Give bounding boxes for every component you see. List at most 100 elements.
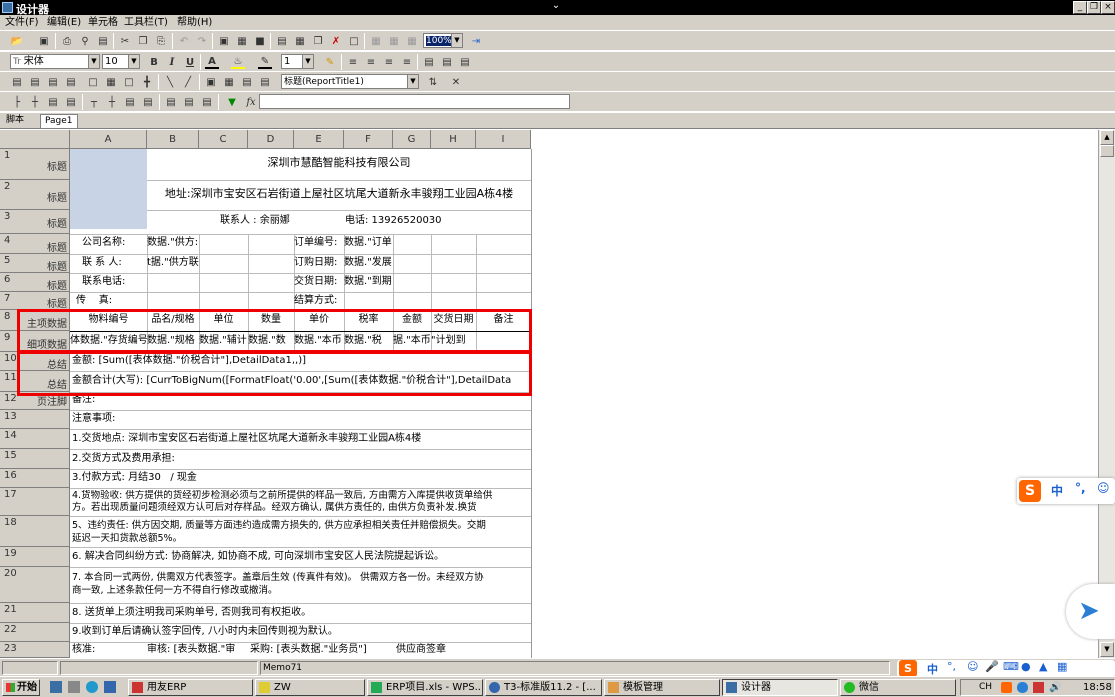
align-center-icon[interactable]: ≡ <box>364 55 378 69</box>
clock[interactable]: 18:58 <box>1083 682 1112 693</box>
merged-cell-logo[interactable] <box>70 149 147 229</box>
same-width-icon[interactable]: ▤ <box>164 95 178 109</box>
row-header-15[interactable]: 15 <box>0 449 70 469</box>
bold-button[interactable]: B <box>147 55 161 69</box>
term-cell[interactable]: 6. 解决合同纠纷方式: 协商解决, 如协商不成, 可向深圳市宝安区人民法院提起… <box>72 548 531 566</box>
order-date-cell[interactable]: 数据."发展 <box>344 254 393 272</box>
menu-cell[interactable]: 单元格 <box>88 16 118 29</box>
row-header-5[interactable]: 5 标题 <box>0 254 70 273</box>
insert-table-icon[interactable]: ▦ <box>293 34 307 48</box>
align-centers-icon[interactable]: ┼ <box>28 95 42 109</box>
column-header-i[interactable]: I <box>476 130 531 149</box>
underline-button[interactable]: U <box>183 55 197 69</box>
term-cell[interactable]: 4.货物验收: 供方提供的货经初步检测必须与之前所提供的样品一致后, 方由需方入… <box>72 490 531 514</box>
copy-icon[interactable]: ❐ <box>136 34 150 48</box>
grid-corner[interactable] <box>0 130 70 149</box>
delete-icon[interactable]: ✕ <box>449 75 463 89</box>
column-header-f[interactable]: F <box>344 130 393 149</box>
term-cell[interactable]: 9.收到订单后请确认签字回传, 八小时内未回传则视为默认。 <box>72 623 531 641</box>
send-back-icon[interactable]: ▦ <box>235 34 249 48</box>
page-setup-icon[interactable]: ▤ <box>96 34 110 48</box>
insert-page-icon[interactable]: ❐ <box>311 34 325 48</box>
exit-icon[interactable]: ⇥ <box>469 34 483 48</box>
save-icon[interactable]: ▣ <box>37 34 51 48</box>
minimize-button[interactable]: _ <box>1073 1 1087 14</box>
space-vert-icon[interactable]: ▤ <box>141 95 155 109</box>
row-header-2[interactable]: 2 标题 <box>0 180 70 210</box>
diagonal-down-icon[interactable]: ╲ <box>163 75 177 89</box>
company-name-cell[interactable]: 深圳市慧酷智能科技有限公司 <box>147 154 531 172</box>
chevron-down-icon[interactable]: ⌄ <box>540 0 572 15</box>
term-cell[interactable]: 2.交货方式及费用承担: <box>72 450 531 468</box>
emoji-icon[interactable]: ☺ <box>1097 481 1110 495</box>
row-header-6[interactable]: 6 标题 <box>0 273 70 292</box>
app-icon[interactable] <box>104 681 116 693</box>
preview-icon[interactable]: ⚲ <box>78 34 92 48</box>
taskbar-item-yonyou[interactable]: 用友ERP <box>128 679 253 696</box>
tray-icon[interactable] <box>1033 682 1044 693</box>
merge-icon[interactable]: ▣ <box>204 75 218 89</box>
no-border-icon[interactable]: □ <box>86 75 100 89</box>
font-select[interactable]: Tr 宋体 ▼ <box>10 54 100 69</box>
align-grid-icon[interactable]: ▦ <box>387 34 401 48</box>
row-header-19[interactable]: 19 <box>0 547 70 567</box>
ime-mode[interactable]: 中 <box>1051 482 1063 499</box>
align-middles-icon[interactable]: ┼ <box>105 95 119 109</box>
supplier-contact-cell[interactable]: t据."供方联 <box>147 254 199 272</box>
fit-grid-icon[interactable]: ▦ <box>405 34 419 48</box>
taskbar-item-t3[interactable]: T3-标准版11.2 - [... <box>485 679 602 696</box>
folder-icon[interactable] <box>68 681 80 693</box>
row-header-1[interactable]: 1 标题 <box>0 149 70 180</box>
company-label-cell[interactable]: 公司名称: <box>82 234 147 252</box>
term-cell[interactable]: 7. 本合同一式两份, 供需双方代表签字。盖章后生效 (传真件有效)。 供需双方… <box>72 571 531 597</box>
row-header-4[interactable]: 4 标题 <box>0 234 70 254</box>
menu-edit[interactable]: 编辑(E) <box>47 16 81 29</box>
scroll-down-icon[interactable]: ▼ <box>1100 642 1114 657</box>
line-color-icon[interactable]: ✎ <box>258 55 272 69</box>
supplier-cell[interactable]: 数据."供方: <box>147 234 199 252</box>
sort-icon[interactable]: ⇅ <box>426 75 440 89</box>
start-button[interactable]: 开始 <box>2 679 40 696</box>
mic-icon[interactable]: 🎤 <box>985 660 999 673</box>
punct-icon[interactable]: °, <box>1075 481 1086 495</box>
scroll-up-icon[interactable]: ▲ <box>1100 130 1114 145</box>
border-right-icon[interactable]: ▤ <box>64 75 78 89</box>
tools-icon[interactable]: ▦ <box>1057 660 1067 673</box>
diagonal-up-icon[interactable]: ╱ <box>181 75 195 89</box>
column-header-c[interactable]: C <box>199 130 248 149</box>
taskbar-item-wechat[interactable]: 微信 <box>840 679 956 696</box>
language-indicator[interactable]: CH <box>979 682 992 692</box>
row-header-14[interactable]: 14 <box>0 429 70 449</box>
column-header-d[interactable]: D <box>248 130 294 149</box>
insert-band-icon[interactable]: ▤ <box>275 34 289 48</box>
font-color-icon[interactable]: A <box>205 55 219 69</box>
align-left-icon[interactable]: ≡ <box>346 55 360 69</box>
bring-front-icon[interactable]: ▣ <box>217 34 231 48</box>
order-date-label-cell[interactable]: 订购日期: <box>294 254 344 272</box>
border-top-icon[interactable]: ▤ <box>10 75 24 89</box>
skin-icon[interactable]: ▲ <box>1039 660 1047 673</box>
scroll-thumb[interactable] <box>1100 145 1114 157</box>
format-icon[interactable]: ▤ <box>240 75 254 89</box>
redo-icon[interactable]: ↷ <box>195 34 209 48</box>
punct-icon[interactable]: °, <box>947 660 956 673</box>
phone-label-cell[interactable]: 联系电话: <box>82 273 147 291</box>
menu-help[interactable]: 帮助(H) <box>177 16 212 29</box>
term-cell[interactable]: 5、违约责任: 供方因交期, 质量等方面违约造成需方损失的, 供方应承担相关责任… <box>72 519 531 545</box>
all-borders-icon[interactable]: ▦ <box>104 75 118 89</box>
valign-top-icon[interactable]: ▤ <box>422 55 436 69</box>
review-cell[interactable]: 审核: [表头数据."审 <box>147 641 247 658</box>
valign-bottom-icon[interactable]: ▤ <box>458 55 472 69</box>
print-icon[interactable]: ⎙ <box>60 34 74 48</box>
inside-border-icon[interactable]: ╋ <box>140 75 154 89</box>
sogou-tray-icon[interactable] <box>1001 682 1012 693</box>
style-select[interactable]: 标题(ReportTitle1) ▼ <box>281 74 419 89</box>
row-header-20[interactable]: 20 <box>0 567 70 603</box>
ime-status-bar[interactable]: S 中 °, ☺ 🎤 ⌨ ● ▲ ▦ <box>897 660 1115 677</box>
style-icon[interactable]: ▤ <box>258 75 272 89</box>
font-size-select[interactable]: 10 ▼ <box>102 54 140 69</box>
contact-cell[interactable]: 联系人 : 余丽娜 <box>220 212 330 230</box>
user-icon[interactable]: ● <box>1021 660 1031 673</box>
ime-toolbar[interactable]: S 中 °, ☺ <box>1017 478 1115 504</box>
delete-page-icon[interactable]: ✗ <box>329 34 343 48</box>
